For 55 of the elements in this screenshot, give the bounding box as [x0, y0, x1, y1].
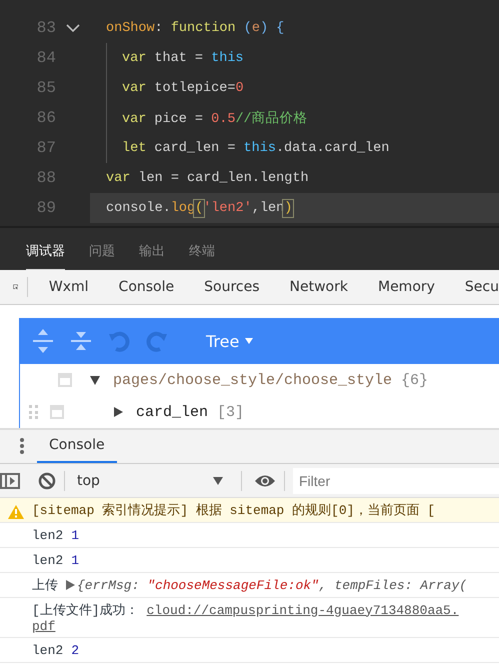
log-text: [上传文件]成功： — [32, 602, 139, 619]
expand-arrow-icon[interactable] — [66, 580, 75, 590]
clear-icon[interactable] — [38, 472, 56, 490]
log-text: len2 — [32, 552, 64, 568]
view-mode-dropdown[interactable]: Tree — [206, 332, 254, 350]
panel-tab[interactable]: 输出 — [139, 242, 165, 270]
devtools-tab[interactable]: Wxml — [48, 279, 89, 295]
code-line: var totlepice=0 — [122, 80, 244, 96]
caret-right-icon[interactable] — [112, 406, 124, 418]
filter-field[interactable]: Filter — [293, 468, 499, 494]
log-value: 1 — [71, 528, 80, 542]
warning-message: [sitemap 索引情况提示] 根据 sitemap 的规则[0]，当前页面 [ — [32, 502, 436, 519]
file-link[interactable]: pdf — [32, 619, 56, 634]
code-line: var len = card_len.length — [106, 170, 309, 186]
devtools-tab[interactable]: Network — [290, 279, 348, 295]
context-select[interactable]: top — [77, 472, 233, 488]
code-line: var pice = 0.5//商品价格 — [122, 110, 308, 127]
file-link[interactable]: cloud://campusprinting-4guaey7134880aa5. — [146, 602, 459, 618]
caret-down-icon[interactable] — [89, 374, 101, 386]
object-preview-text: "chooseMessageFile:ok" — [147, 578, 319, 592]
warning-icon — [8, 505, 24, 519]
tree-count: {6} — [401, 372, 428, 388]
code-line: onShow: function (e) { — [106, 20, 284, 36]
more-options-icon[interactable] — [20, 438, 24, 454]
log-text: len2 — [32, 642, 64, 658]
caret-down-icon — [213, 476, 223, 484]
code-line: var that = this — [122, 50, 244, 66]
line-number: 86 — [36, 109, 56, 127]
line-number: 83 — [36, 19, 56, 37]
panel-tab[interactable]: 问题 — [89, 242, 115, 270]
log-value: 1 — [71, 552, 80, 568]
tree-count: [3] — [217, 404, 244, 420]
log-text: 上传 — [32, 577, 58, 594]
tree-key: card_len — [136, 404, 208, 420]
tree-key: pages/choose_style/choose_style — [113, 372, 392, 388]
line-number: 87 — [36, 139, 56, 157]
code-line: let card_len = this.data.card_len — [122, 140, 390, 156]
chevron-down-icon[interactable] — [66, 24, 80, 32]
line-number: 84 — [36, 49, 56, 67]
object-preview-text: {errMsg: — [77, 578, 140, 592]
line-number: 85 — [36, 79, 56, 97]
line-number: 88 — [36, 169, 56, 187]
drag-handle-icon[interactable] — [29, 405, 38, 419]
log-value: 2 — [71, 642, 80, 658]
line-number: 89 — [36, 199, 56, 217]
panel-tab[interactable]: 终端 — [189, 242, 215, 270]
log-text: len2 — [32, 528, 64, 542]
devtools-tab[interactable]: Sources — [204, 279, 260, 295]
devtools-tab[interactable]: Memory — [378, 279, 435, 295]
devtools-tab[interactable]: Secu — [464, 279, 499, 295]
devtools-tab[interactable]: Console — [118, 279, 174, 295]
sidebar-toggle-icon[interactable] — [0, 472, 20, 488]
object-preview-text: , tempFiles: Array( — [318, 578, 468, 592]
caret-down-icon — [245, 338, 254, 344]
eye-icon[interactable] — [254, 474, 276, 488]
